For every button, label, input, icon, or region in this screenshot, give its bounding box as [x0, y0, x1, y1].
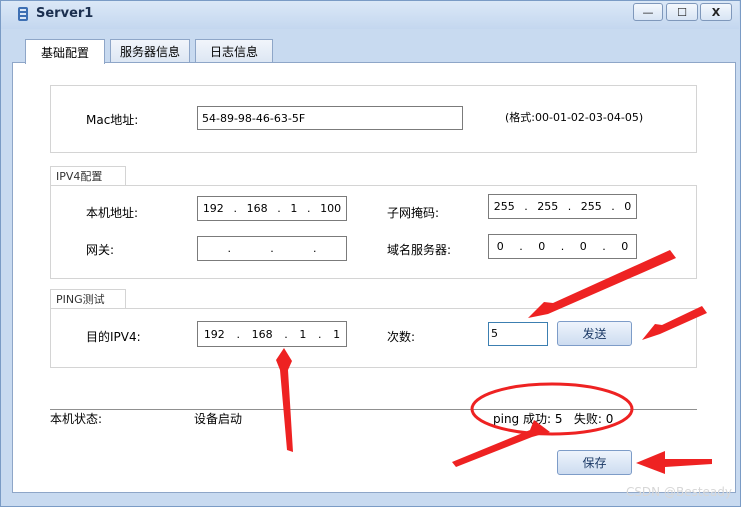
arrow-to-send-button — [642, 306, 707, 340]
arrow-to-count-input — [528, 250, 676, 318]
red-annotations — [276, 250, 712, 474]
tab-basic-config[interactable]: 基础配置 — [25, 39, 105, 64]
arrow-to-save-button — [636, 451, 712, 474]
ping-result-circle — [470, 382, 634, 436]
arrow-to-dest-ip — [276, 348, 293, 452]
